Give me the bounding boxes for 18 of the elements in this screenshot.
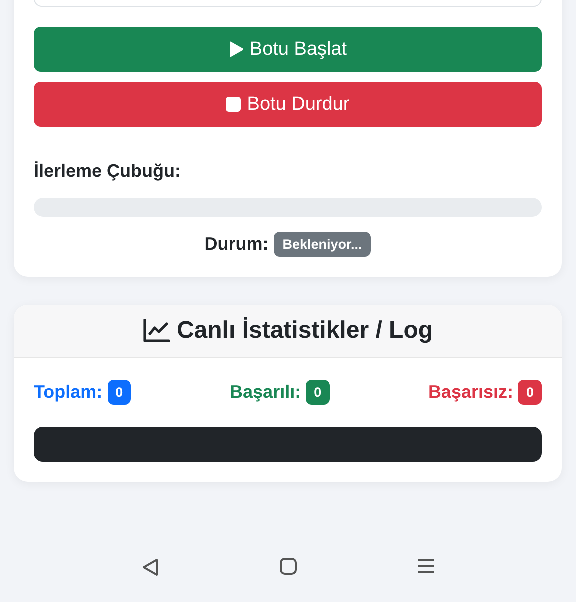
home-icon[interactable] bbox=[280, 558, 296, 575]
back-icon[interactable] bbox=[142, 558, 158, 577]
card-title: Canlı İstatistikler / Log bbox=[176, 317, 434, 345]
counter-label: Başarısız: bbox=[428, 382, 514, 403]
counter-badge: 0 bbox=[306, 380, 330, 405]
line-chart-icon bbox=[142, 319, 170, 343]
stop-button[interactable]: Botu Durdur bbox=[34, 82, 542, 127]
status-label: Durum: bbox=[204, 234, 269, 255]
play-icon bbox=[228, 41, 244, 58]
counter-badge: 0 bbox=[518, 380, 542, 405]
stop-icon bbox=[226, 97, 242, 112]
counter-label: Toplam: bbox=[34, 382, 103, 403]
status-badge: Bekleniyor... bbox=[274, 232, 372, 257]
menu-icon[interactable] bbox=[417, 558, 435, 574]
counter-label: Başarılı: bbox=[230, 382, 302, 403]
progress-label: İlerleme Çubuğu: bbox=[34, 161, 182, 182]
counter-badge: 0 bbox=[108, 380, 132, 405]
start-button[interactable]: Botu Başlat bbox=[34, 27, 542, 72]
